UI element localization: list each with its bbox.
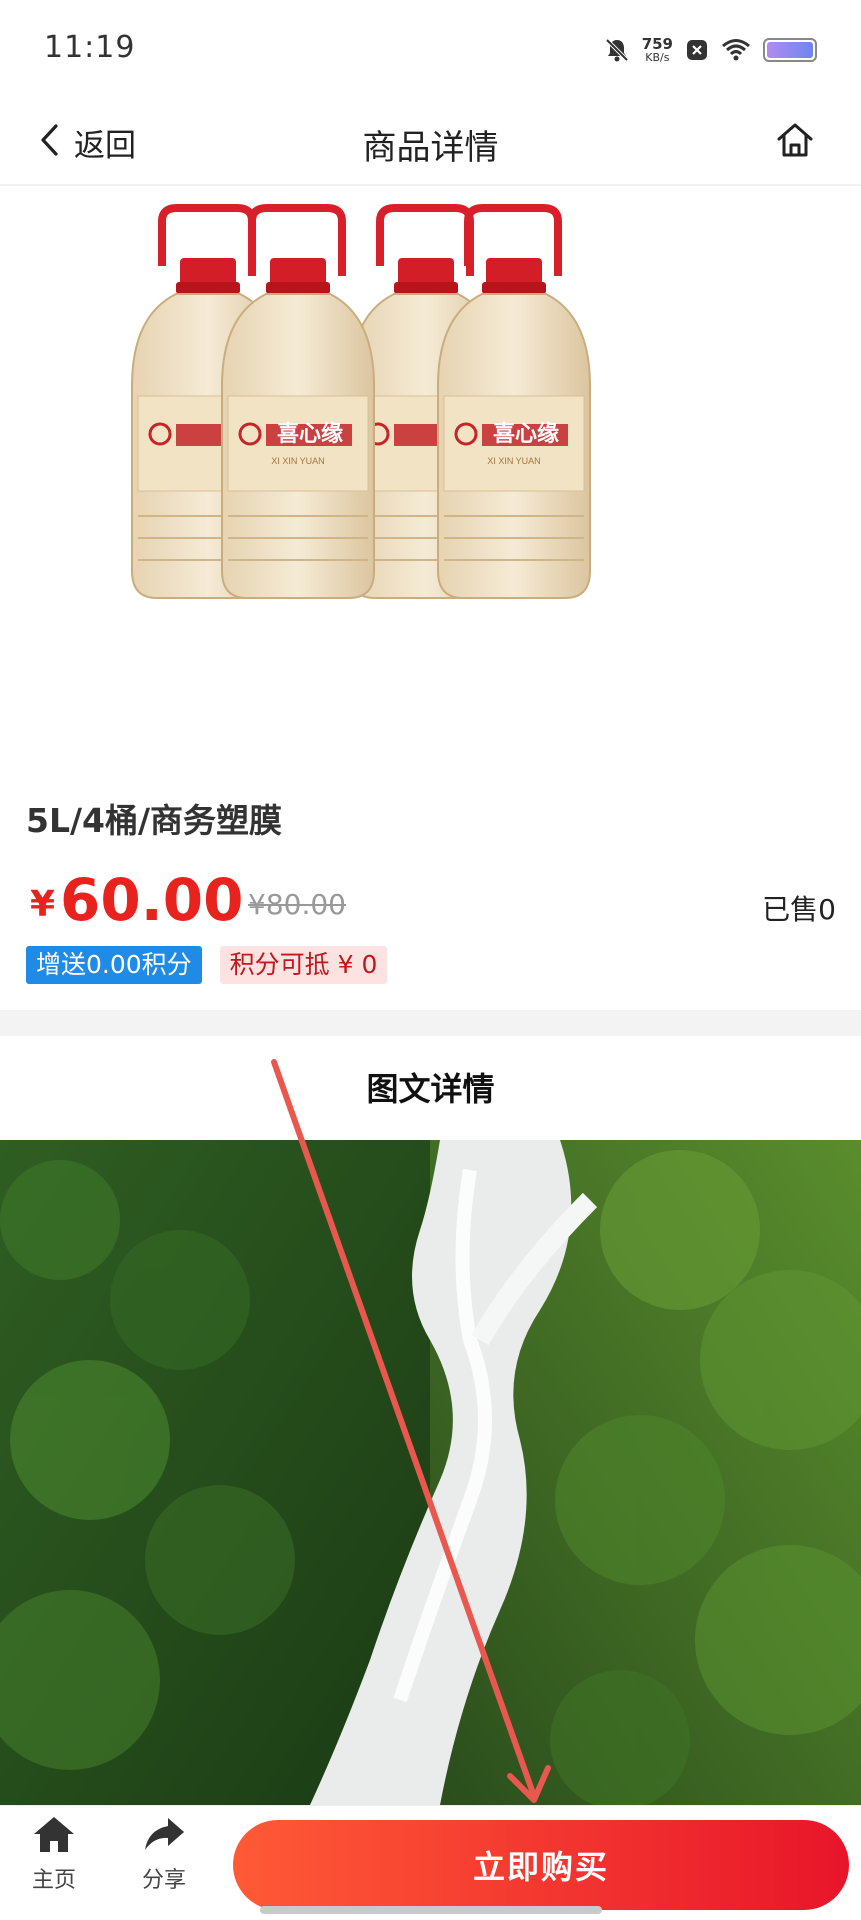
product-image[interactable]: 喜心缘 XI XIN YUAN 喜心缘 XI XIN YUAN [0,186,861,746]
price-symbol: ¥ [30,884,56,925]
net-speed-value: 759 [641,35,673,53]
share-tab-label: 分享 [141,1868,186,1893]
section-divider [0,1010,861,1036]
detail-section-title: 图文详情 [366,1070,495,1108]
share-icon [142,1814,186,1858]
app-notification-icon [685,38,709,62]
points-deduct-tag: 积分可抵 ¥ 0 [219,946,388,984]
detail-image [0,1140,861,1805]
price-row: ¥ 60.00 ¥80.00 已售0 [26,860,836,940]
home-filled-icon [31,1814,77,1858]
product-tags: 增送0.00积分 积分可抵 ¥ 0 [26,946,388,984]
original-price: ¥80.00 [248,888,346,921]
home-icon [775,121,815,163]
page-title: 商品详情 [362,128,499,168]
price-value: 60.00 [60,866,244,934]
product-name: 5L/4桶/商务塑膜 [26,801,283,840]
svg-text:喜心缘: 喜心缘 [277,421,343,446]
status-icons: 759 KB/s [604,32,817,68]
net-speed: 759 KB/s [641,35,673,64]
home-indicator [260,1906,602,1914]
svg-text:喜心缘: 喜心缘 [493,421,559,446]
nav-bar: 返回 商品详情 [0,100,861,184]
wifi-icon [721,38,751,62]
svg-text:XI XIN YUAN: XI XIN YUAN [487,456,540,466]
buy-now-button[interactable]: 立即购买 [233,1820,849,1910]
home-tab-label: 主页 [31,1868,76,1893]
home-button[interactable] [765,112,825,172]
share-tab[interactable]: 分享 [124,1814,204,1904]
net-speed-unit: KB/s [645,51,670,64]
battery-icon [763,38,817,62]
sold-count: 已售0 [762,893,836,926]
bell-muted-icon [604,37,630,63]
svg-text:XI XIN YUAN: XI XIN YUAN [271,456,324,466]
status-bar: 11:19 759 KB/s [0,0,861,100]
points-tag: 增送0.00积分 [26,946,202,984]
home-tab[interactable]: 主页 [14,1814,94,1904]
status-time: 11:19 [44,30,136,65]
bottom-action-bar: 主页 分享 立即购买 [0,1805,861,1920]
